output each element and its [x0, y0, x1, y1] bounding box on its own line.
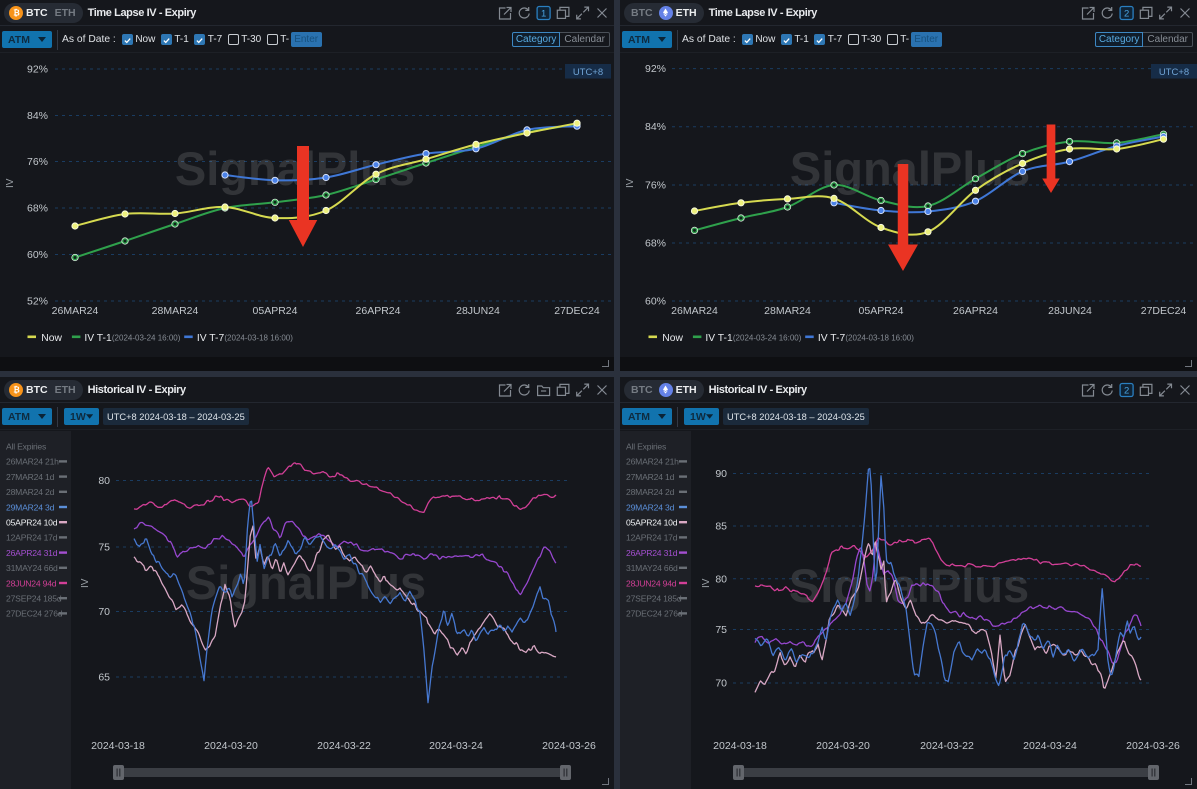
svg-text:2024-03-18: 2024-03-18 — [713, 740, 767, 752]
svg-text:26APR24: 26APR24 — [356, 305, 401, 317]
svg-text:65: 65 — [98, 672, 110, 684]
svg-text:(2024-03-24 16:00): (2024-03-24 16:00) — [112, 334, 181, 343]
svg-text:SignalPlus: SignalPlus — [175, 142, 415, 195]
svg-text:05APR24 10d: 05APR24 10d — [626, 518, 678, 528]
svg-text:UTC+8: UTC+8 — [1159, 67, 1189, 78]
svg-text:All Expiries: All Expiries — [626, 442, 666, 452]
svg-text:28JUN24 94d: 28JUN24 94d — [626, 578, 677, 588]
svg-text:12APR24 17d: 12APR24 17d — [6, 533, 58, 543]
svg-text:28MAR24: 28MAR24 — [152, 305, 199, 317]
svg-text:IV: IV — [80, 578, 91, 588]
svg-text:2: 2 — [1124, 386, 1129, 397]
svg-text:26APR24 31d: 26APR24 31d — [626, 548, 678, 558]
svg-text:92%: 92% — [27, 64, 48, 76]
svg-text:60%: 60% — [27, 249, 48, 261]
svg-text:84%: 84% — [27, 110, 48, 122]
svg-text:IV T-1: IV T-1 — [705, 333, 733, 344]
svg-text:31MAY24 66d: 31MAY24 66d — [626, 563, 678, 573]
svg-text:28MAR24 2d: 28MAR24 2d — [626, 487, 675, 497]
svg-text:2024-03-18: 2024-03-18 — [91, 740, 145, 752]
svg-text:05APR24 10d: 05APR24 10d — [6, 518, 58, 528]
svg-text:12APR24 17d: 12APR24 17d — [626, 533, 678, 543]
svg-text:28JUN24 94d: 28JUN24 94d — [6, 578, 57, 588]
svg-text:05APR24: 05APR24 — [859, 305, 904, 317]
svg-text:28JUN24: 28JUN24 — [456, 305, 500, 317]
svg-text:IV T-7: IV T-7 — [197, 333, 225, 344]
svg-text:Now: Now — [41, 333, 62, 344]
svg-text:IV T-7: IV T-7 — [818, 333, 846, 344]
svg-text:68%: 68% — [645, 238, 666, 250]
svg-text:2024-03-20: 2024-03-20 — [204, 740, 258, 752]
svg-text:2024-03-24: 2024-03-24 — [429, 740, 483, 752]
svg-text:90: 90 — [715, 468, 727, 480]
svg-text:UTC+8: UTC+8 — [573, 67, 603, 78]
svg-text:27DEC24 276d: 27DEC24 276d — [626, 609, 683, 619]
svg-text:2024-03-20: 2024-03-20 — [816, 740, 870, 752]
svg-text:29MAR24 3d: 29MAR24 3d — [626, 502, 675, 512]
svg-text:27DEC24 276d: 27DEC24 276d — [6, 609, 63, 619]
svg-text:(2024-03-18 16:00): (2024-03-18 16:00) — [224, 334, 293, 343]
svg-text:27SEP24 185d: 27SEP24 185d — [6, 594, 62, 604]
svg-text:27DEC24: 27DEC24 — [1141, 305, 1187, 317]
svg-text:26MAR24 21h: 26MAR24 21h — [626, 457, 679, 467]
svg-text:IV T-1: IV T-1 — [84, 333, 112, 344]
svg-text:26APR24 31d: 26APR24 31d — [6, 548, 58, 558]
svg-text:84%: 84% — [645, 121, 666, 133]
svg-text:75: 75 — [715, 624, 727, 636]
svg-text:2024-03-26: 2024-03-26 — [1126, 740, 1180, 752]
svg-text:27DEC24: 27DEC24 — [554, 305, 600, 317]
svg-text:70: 70 — [715, 678, 727, 690]
svg-text:70: 70 — [98, 606, 110, 618]
svg-text:31MAY24 66d: 31MAY24 66d — [6, 563, 58, 573]
svg-text:68%: 68% — [27, 203, 48, 215]
svg-text:27MAR24 1d: 27MAR24 1d — [626, 472, 675, 482]
svg-text:1: 1 — [541, 9, 546, 20]
svg-text:All Expiries: All Expiries — [6, 442, 46, 452]
svg-text:28JUN24: 28JUN24 — [1048, 305, 1092, 317]
svg-text:2: 2 — [1124, 9, 1129, 20]
svg-text:2024-03-22: 2024-03-22 — [317, 740, 371, 752]
svg-text:80: 80 — [715, 573, 727, 585]
svg-text:60%: 60% — [645, 296, 666, 308]
svg-text:27SEP24 185d: 27SEP24 185d — [626, 594, 682, 604]
svg-text:75: 75 — [98, 542, 110, 554]
svg-text:(2024-03-18 16:00): (2024-03-18 16:00) — [845, 334, 914, 343]
svg-text:IV: IV — [5, 178, 16, 188]
svg-text:80: 80 — [98, 475, 110, 487]
svg-text:(2024-03-24 16:00): (2024-03-24 16:00) — [733, 334, 802, 343]
svg-text:26APR24: 26APR24 — [953, 305, 998, 317]
svg-text:85: 85 — [715, 521, 727, 533]
svg-text:76%: 76% — [645, 180, 666, 192]
svg-text:28MAR24 2d: 28MAR24 2d — [6, 487, 55, 497]
svg-text:05APR24: 05APR24 — [253, 305, 298, 317]
svg-text:2024-03-22: 2024-03-22 — [920, 740, 974, 752]
svg-text:76%: 76% — [27, 156, 48, 168]
svg-text:52%: 52% — [27, 296, 48, 308]
svg-text:Now: Now — [662, 333, 683, 344]
svg-text:26MAR24: 26MAR24 — [671, 305, 718, 317]
svg-text:27MAR24 1d: 27MAR24 1d — [6, 472, 55, 482]
svg-text:2024-03-26: 2024-03-26 — [542, 740, 596, 752]
svg-text:IV: IV — [625, 178, 636, 188]
svg-text:2024-03-24: 2024-03-24 — [1023, 740, 1077, 752]
svg-text:26MAR24 21h: 26MAR24 21h — [6, 457, 59, 467]
svg-text:28MAR24: 28MAR24 — [764, 305, 811, 317]
svg-text:29MAR24 3d: 29MAR24 3d — [6, 502, 55, 512]
svg-text:26MAR24: 26MAR24 — [52, 305, 99, 317]
svg-text:IV: IV — [701, 578, 712, 588]
svg-text:92%: 92% — [645, 63, 666, 75]
